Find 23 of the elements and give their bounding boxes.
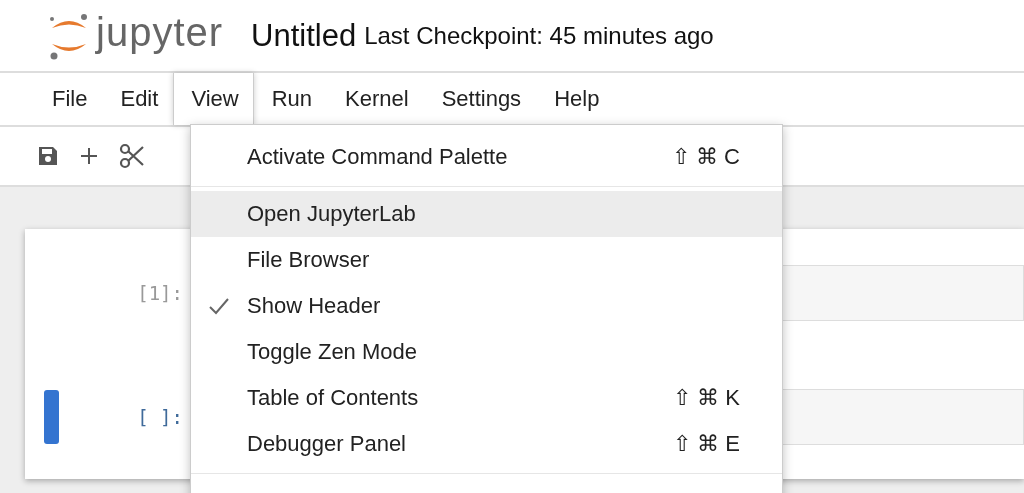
menu-tab[interactable]: Edit [102, 73, 174, 125]
menu-item[interactable]: Activate Command Palette ⇧ ⌘ C [191, 134, 782, 180]
cell-prompt: [1]: [136, 282, 183, 304]
menu-tab[interactable]: Help [536, 73, 615, 125]
checkpoint-status: Last Checkpoint: 45 minutes ago [364, 21, 714, 50]
scissors-icon[interactable] [118, 142, 146, 170]
cell-prompt: [ ]: [136, 406, 183, 428]
menu-item[interactable]: Open JupyterLab [191, 191, 782, 237]
menu-item[interactable]: Show Header [191, 283, 782, 329]
menu-item[interactable]: Table of Contents ⇧ ⌘ K [191, 375, 782, 421]
menu-tab[interactable]: File [34, 73, 103, 125]
menu-tab[interactable]: Kernel [327, 73, 424, 125]
notebook-title[interactable]: Untitled [251, 17, 357, 54]
menu-item[interactable]: Toggle Zen Mode [191, 329, 782, 375]
jupyter-logo: jupyter [48, 9, 224, 62]
menu-tab[interactable]: Settings [423, 73, 537, 125]
menu-tab[interactable]: Run [253, 73, 328, 125]
save-icon[interactable] [36, 144, 60, 168]
menu-item[interactable]: Debugger Panel ⇧ ⌘ E [191, 421, 782, 467]
plus-icon[interactable] [78, 145, 100, 167]
menu-item[interactable]: File Browser [191, 237, 782, 283]
menu-tab[interactable]: View [173, 73, 254, 125]
checkmark-icon [208, 297, 230, 315]
